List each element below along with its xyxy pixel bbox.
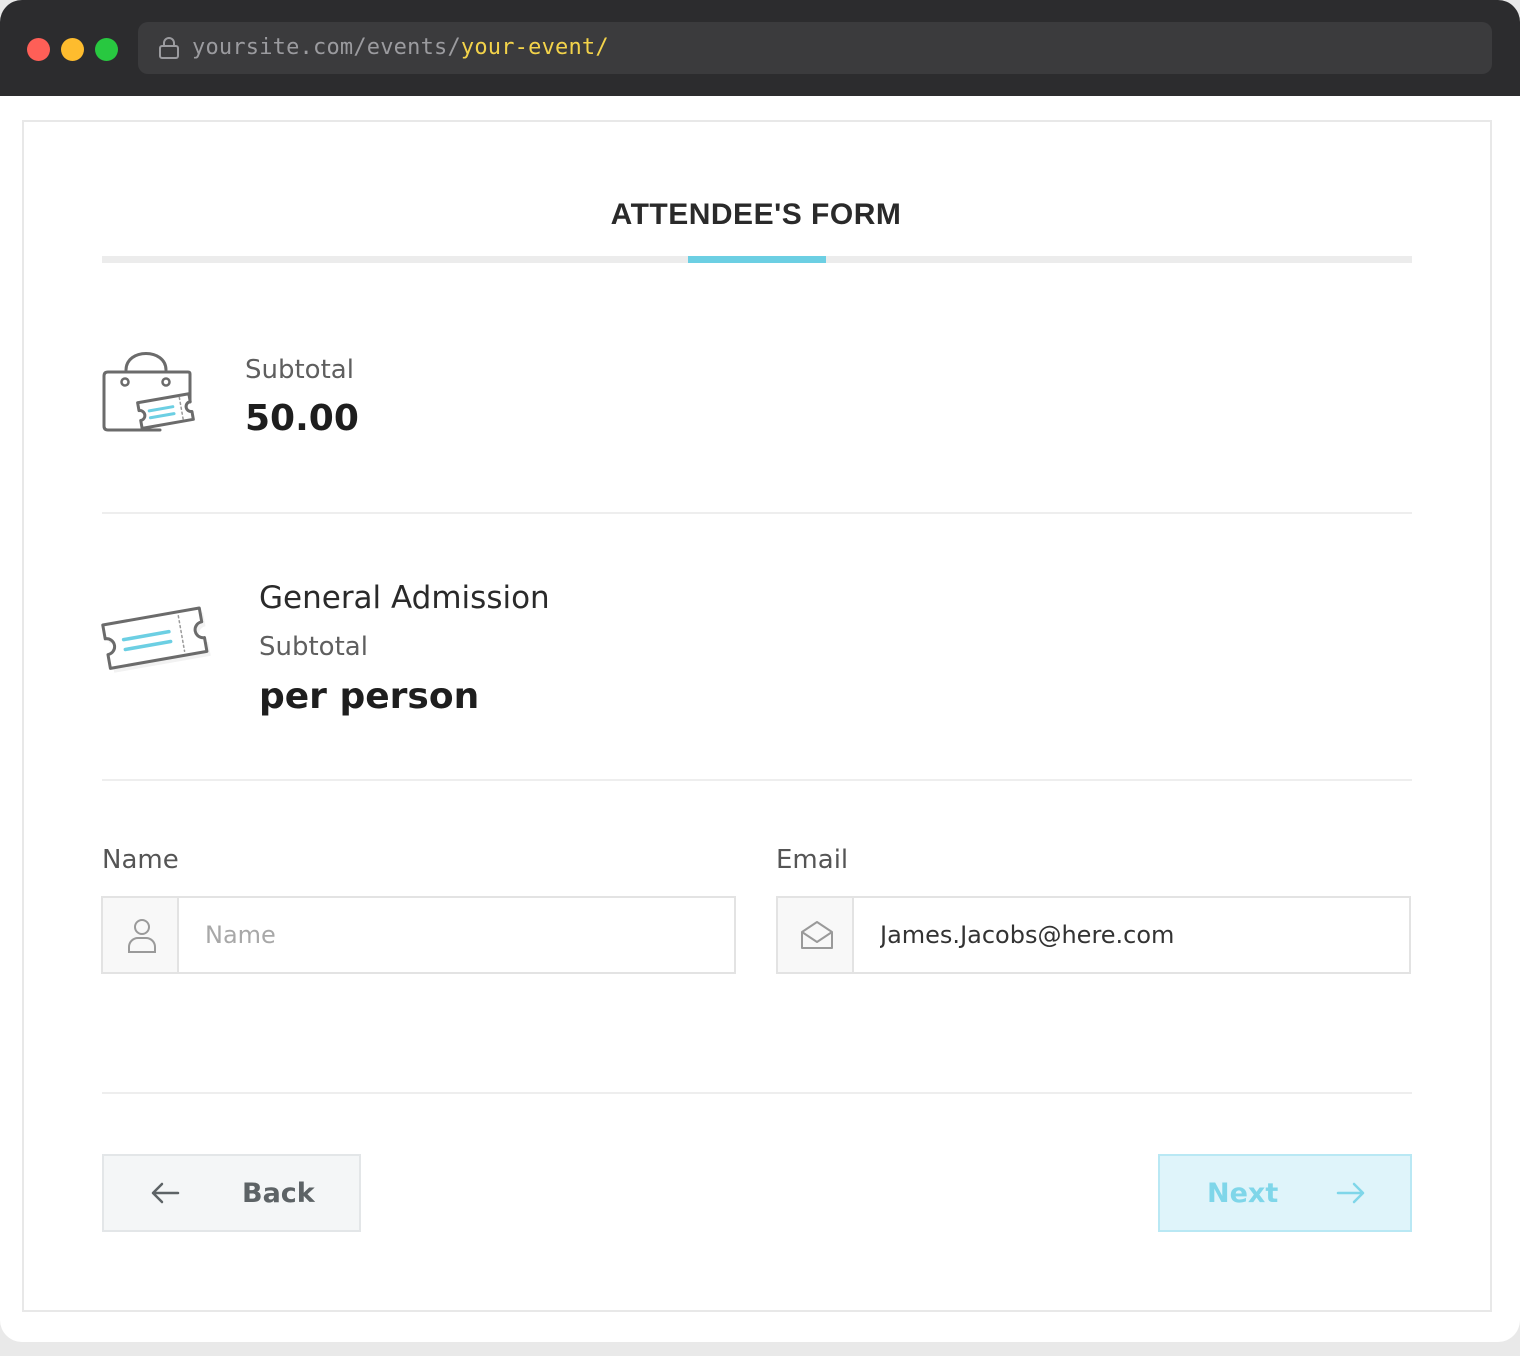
url-text: yoursite.com/events/your-event/ (192, 34, 609, 62)
name-input[interactable] (181, 898, 734, 972)
email-label: Email (776, 845, 849, 875)
lock-icon (159, 37, 179, 59)
form-title: ATTENDEE'S FORM (610, 198, 902, 231)
progress-bar (102, 256, 1412, 263)
arrow-right-icon (1336, 1182, 1365, 1204)
arrow-left-icon (151, 1182, 180, 1204)
order-subtotal-value: 50.00 (245, 398, 359, 439)
email-addon (778, 898, 854, 972)
name-field (101, 896, 736, 974)
browser-window: yoursite.com/events/your-event/ ATTENDEE… (0, 0, 1520, 1342)
next-button[interactable]: Next (1158, 1154, 1412, 1232)
email-field (776, 896, 1411, 974)
envelope-open-icon (801, 921, 833, 949)
user-icon (128, 919, 156, 953)
back-button-label: Back (242, 1178, 315, 1209)
ticket-subtotal-label: Subtotal (259, 632, 368, 662)
url-path: yoursite.com/events/ (192, 35, 461, 60)
close-window-button[interactable] (27, 38, 50, 61)
back-button[interactable]: Back (102, 1154, 361, 1232)
divider (102, 512, 1412, 514)
email-input[interactable] (856, 898, 1409, 972)
divider (102, 1092, 1412, 1094)
progress-bar-fill (688, 256, 826, 263)
ticket-name: General Admission (259, 580, 550, 616)
browser-titlebar: yoursite.com/events/your-event/ (0, 0, 1520, 96)
order-subtotal-label: Subtotal (245, 355, 354, 385)
ticket-icon (101, 606, 211, 673)
divider (102, 779, 1412, 781)
maximize-window-button[interactable] (95, 38, 118, 61)
shopping-bag-ticket-icon (102, 352, 195, 432)
next-button-label: Next (1207, 1178, 1279, 1209)
name-label: Name (102, 845, 179, 875)
url-highlight: your-event/ (460, 35, 609, 60)
minimize-window-button[interactable] (61, 38, 84, 61)
address-bar[interactable]: yoursite.com/events/your-event/ (138, 22, 1492, 74)
ticket-price-text: per person (259, 676, 480, 717)
attendee-form-card (22, 120, 1492, 1312)
name-addon (103, 898, 179, 972)
